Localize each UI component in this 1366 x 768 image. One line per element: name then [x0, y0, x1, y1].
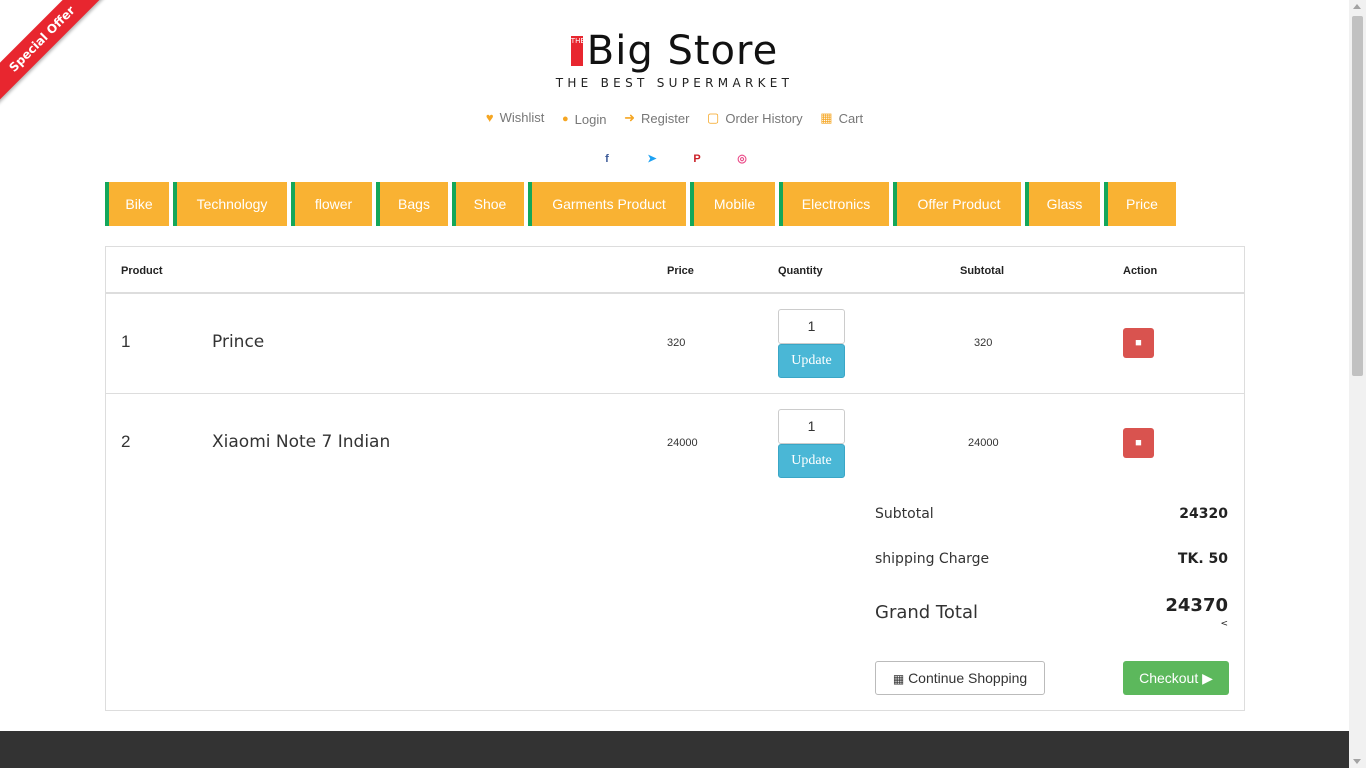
subtotal-label: Subtotal — [875, 506, 934, 522]
update-button[interactable]: Update — [778, 344, 845, 378]
product-name: Prince — [212, 332, 265, 352]
cart-link[interactable]: ▦ Cart — [820, 110, 863, 126]
grand-total-note: < — [1220, 619, 1228, 629]
category-bags[interactable]: Bags — [376, 182, 448, 226]
scroll-up-arrow[interactable] — [1353, 4, 1361, 9]
row-index: 2 — [121, 432, 131, 451]
grand-total-value: 24370 — [1165, 595, 1228, 616]
category-electronics[interactable]: Electronics — [779, 182, 889, 226]
login-link[interactable]: ● Login — [562, 112, 606, 127]
category-technology[interactable]: Technology — [173, 182, 287, 226]
shipping-label: shipping Charge — [875, 551, 990, 567]
update-button[interactable]: Update — [778, 444, 845, 478]
category-flower[interactable]: flower — [291, 182, 372, 226]
delete-button[interactable]: ■ — [1123, 428, 1154, 458]
continue-shopping-button[interactable]: ▦ Continue Shopping — [875, 661, 1045, 695]
category-shoe[interactable]: Shoe — [452, 182, 524, 226]
header-price: Price — [667, 265, 694, 277]
category-mobile[interactable]: Mobile — [690, 182, 775, 226]
arrow-right-icon: ➜ — [624, 110, 635, 125]
category-bike[interactable]: Bike — [105, 182, 169, 226]
header-product: Product — [121, 265, 163, 277]
quantity-input[interactable]: 1 — [778, 309, 845, 344]
shipping-value: TK. 50 — [1177, 551, 1228, 567]
category-offer-product[interactable]: Offer Product — [893, 182, 1021, 226]
header-subtotal: Subtotal — [960, 265, 1004, 277]
category-garments-product[interactable]: Garments Product — [528, 182, 686, 226]
file-icon: ▢ — [707, 110, 720, 125]
site-logo[interactable]: THE Big Store THE BEST SUPERMARKET — [0, 28, 1349, 90]
scroll-down-arrow[interactable] — [1353, 759, 1361, 764]
play-icon: ▶ — [1202, 670, 1213, 686]
pinterest-icon[interactable]: P — [689, 153, 705, 165]
quantity-input[interactable]: 1 — [778, 409, 845, 444]
order-history-link[interactable]: ▢ Order History — [707, 110, 803, 126]
top-links: ♥ Wishlist ● Login ➜ Register ▢ Order Hi… — [0, 110, 1349, 127]
twitter-icon[interactable]: ➤ — [644, 152, 660, 165]
wishlist-link[interactable]: ♥ Wishlist — [486, 110, 545, 125]
logo-badge: THE — [570, 36, 585, 66]
logo-tagline: THE BEST SUPERMARKET — [555, 76, 794, 90]
logo-title: Big Store — [586, 28, 779, 74]
user-icon: ● — [562, 113, 569, 125]
cart-icon: ▦ — [892, 672, 905, 686]
row-subtotal: 320 — [974, 337, 993, 349]
trash-icon: ■ — [1135, 337, 1142, 349]
page: Special Offer THE Big Store THE BEST SUP… — [0, 0, 1366, 768]
dribbble-icon[interactable]: ◎ — [734, 152, 750, 165]
category-glass[interactable]: Glass — [1025, 182, 1100, 226]
register-link[interactable]: ➜ Register — [624, 110, 689, 126]
subtotal-value: 24320 — [1179, 506, 1228, 522]
row-index: 1 — [121, 332, 131, 351]
category-nav: Bike Technology flower Bags Shoe Garment… — [105, 182, 1176, 226]
scroll-thumb[interactable] — [1352, 16, 1363, 376]
trash-icon: ■ — [1135, 437, 1142, 449]
header-action: Action — [1123, 265, 1158, 277]
social-links: f ➤ P ◎ — [0, 152, 1349, 165]
product-name: Xiaomi Note 7 Indian — [212, 432, 391, 452]
header-quantity: Quantity — [778, 265, 823, 277]
scrollbar[interactable] — [1349, 0, 1366, 768]
product-price: 24000 — [667, 437, 698, 449]
cart-table: Product Price Quantity Subtotal Action 1… — [105, 246, 1245, 711]
footer — [0, 731, 1349, 768]
cart-icon: ▦ — [820, 110, 833, 125]
table-row: 2 Xiaomi Note 7 Indian 24000 1 Update 24… — [106, 394, 1244, 494]
grand-total-label: Grand Total — [875, 602, 978, 623]
table-row: 1 Prince 320 1 Update 320 ■ — [106, 294, 1244, 394]
delete-button[interactable]: ■ — [1123, 328, 1154, 358]
table-header: Product Price Quantity Subtotal Action — [106, 247, 1244, 294]
row-subtotal: 24000 — [968, 437, 999, 449]
facebook-icon[interactable]: f — [599, 153, 615, 165]
product-price: 320 — [667, 337, 686, 349]
heart-icon: ♥ — [485, 110, 494, 125]
category-price[interactable]: Price — [1104, 182, 1176, 226]
checkout-button[interactable]: Checkout ▶ — [1123, 661, 1229, 695]
